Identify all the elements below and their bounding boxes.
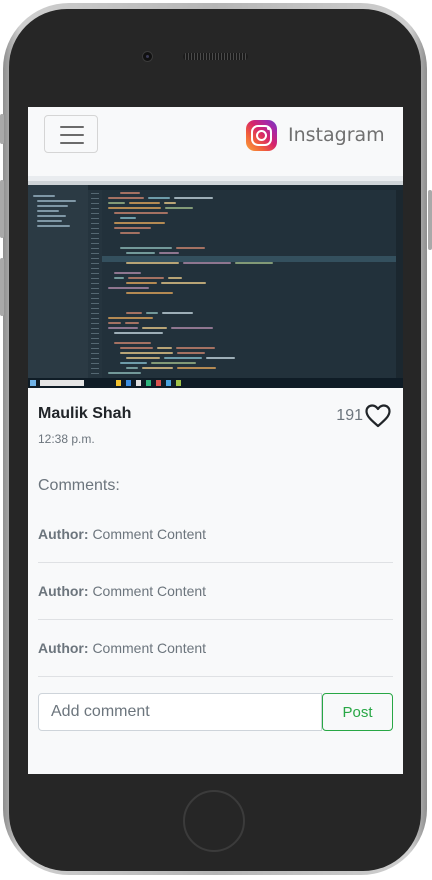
comment-form: Post: [38, 693, 393, 731]
comment-author: Author:: [38, 583, 89, 599]
comment-author: Author:: [38, 526, 89, 542]
comment-item: Author: Comment Content: [38, 506, 393, 563]
comment-content: Comment Content: [92, 583, 207, 599]
navbar: Instagram: [28, 107, 403, 166]
earpiece-speaker: [183, 53, 248, 60]
post-image[interactable]: [28, 176, 403, 388]
comment-item: Author: Comment Content: [38, 620, 393, 677]
hamburger-menu-icon: [60, 142, 84, 144]
post-author: Maulik Shah: [38, 405, 132, 422]
hamburger-menu-icon: [60, 134, 84, 136]
instagram-logo-icon: [246, 119, 277, 151]
comment-author: Author:: [38, 640, 89, 656]
home-button[interactable]: [183, 790, 245, 852]
comment-input[interactable]: [38, 693, 322, 731]
comment-content: Comment Content: [92, 526, 207, 542]
like-count: 191: [336, 407, 363, 424]
phone-silent-switch: [0, 114, 4, 144]
post-timestamp: 12:38 p.m.: [38, 432, 95, 446]
comment-item: Author: Comment Content: [38, 563, 393, 620]
hamburger-menu-icon: [60, 126, 84, 128]
front-camera: [142, 51, 153, 62]
navbar-brand[interactable]: Instagram: [246, 119, 385, 151]
heart-outline-icon[interactable]: [365, 404, 391, 428]
phone-volume-up-button: [0, 180, 4, 238]
post-comment-button[interactable]: Post: [322, 693, 393, 731]
comment-content: Comment Content: [92, 640, 207, 656]
navbar-toggler-button[interactable]: [44, 115, 98, 153]
phone-power-button: [428, 190, 432, 250]
app-screen: Instagram Maulik Shah 12:38 p.m. 191 Com…: [28, 107, 403, 774]
brand-text: Instagram: [288, 124, 385, 146]
comments-heading: Comments:: [38, 477, 120, 494]
phone-volume-down-button: [0, 258, 4, 316]
like-area: 191: [336, 404, 391, 428]
